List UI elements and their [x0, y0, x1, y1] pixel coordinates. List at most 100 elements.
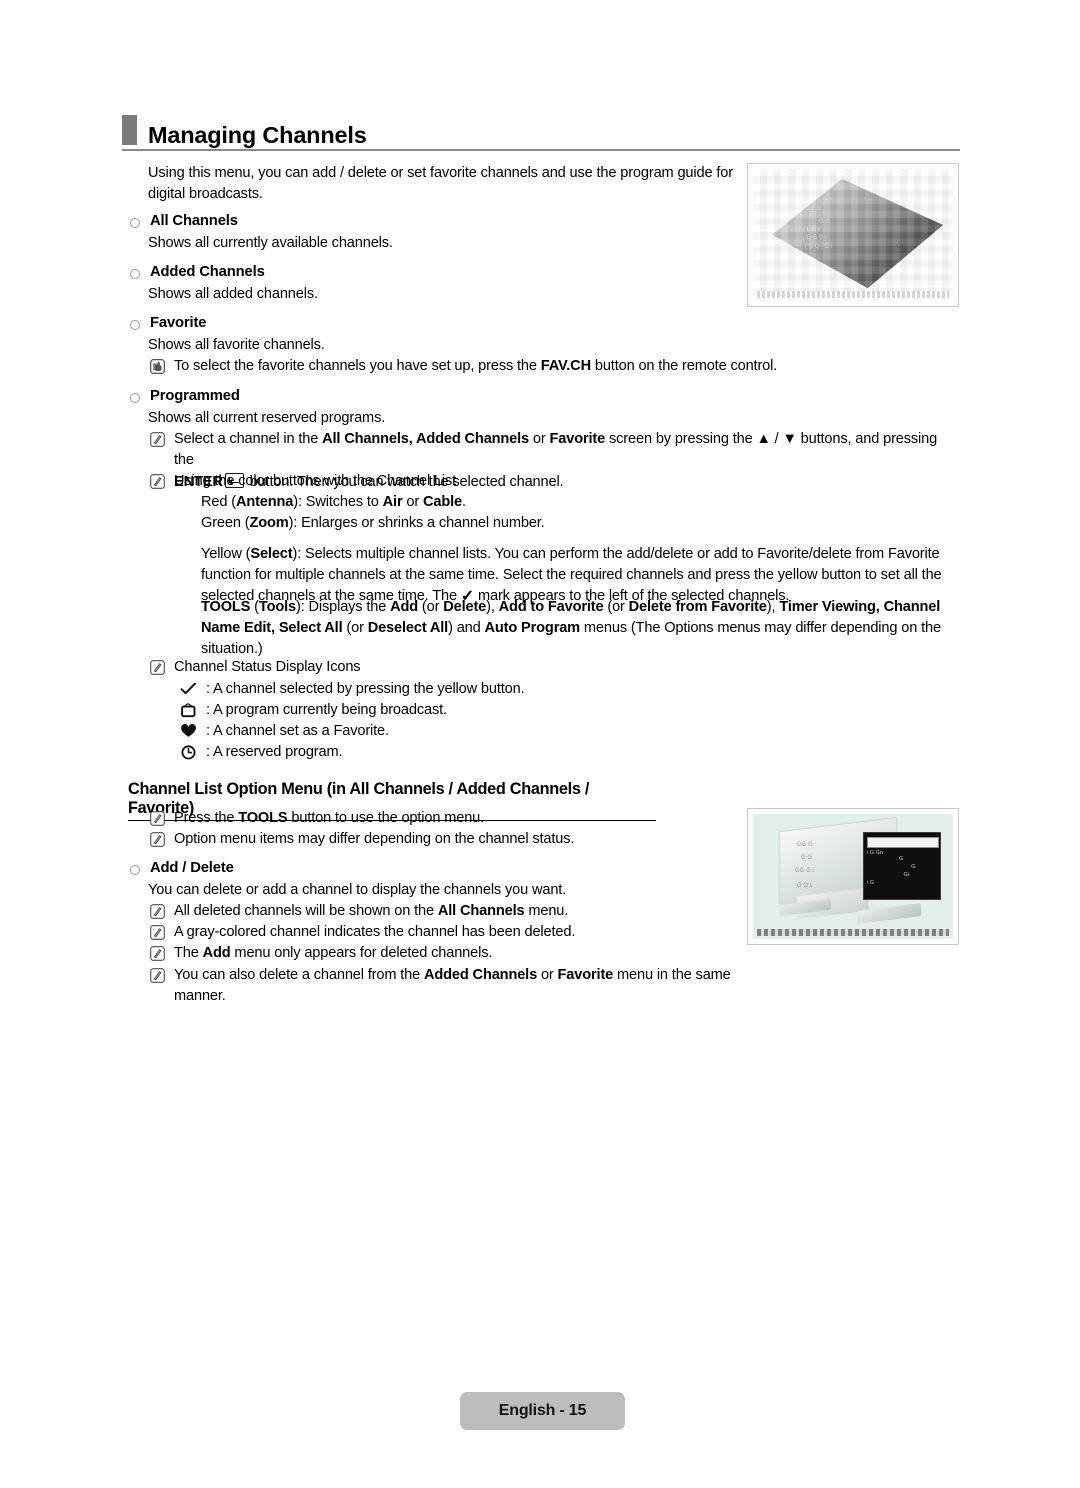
option-menu-screenshot: i G Gn G G Gi i G GG G G G GG G i G Q L	[747, 808, 959, 945]
ghost-text: G G	[819, 219, 831, 226]
yellow-a: Yellow (	[201, 546, 251, 562]
add-delete-desc: You can delete or add a channel to displ…	[148, 882, 567, 898]
status-item-check: : A channel selected by pressing the yel…	[180, 679, 525, 700]
heading-accent-bar	[122, 115, 137, 145]
ghost-text: G|	[897, 244, 904, 251]
note-icon	[150, 968, 165, 983]
favorite-note-row: To select the favorite channels you have…	[150, 356, 777, 377]
tools-t3: (or	[418, 599, 444, 615]
bullet-programmed: Programmed	[130, 387, 240, 406]
favorite-note-text-c: button on the remote control.	[590, 358, 778, 374]
yellow-c: ): Selects multiple channel lists. You c…	[292, 546, 940, 562]
tools-l2-t1: (or	[342, 619, 368, 636]
popup-text: G	[911, 864, 916, 871]
status-text: : A program currently being broadcast.	[206, 702, 447, 718]
ad4-b2: Favorite	[557, 967, 614, 983]
tools-l2-b1: Name Edit, Select All	[201, 619, 343, 636]
red-a: Red (	[201, 494, 236, 510]
tools-b4: Delete	[443, 599, 487, 615]
popup-text: Gi	[903, 872, 910, 879]
screenshot-content: i G Gn G G Gi i G GG G G G GG G i G Q L	[753, 814, 953, 939]
screenshot-footer-strip	[757, 291, 949, 298]
tools-l2-b2: Deselect All	[367, 619, 449, 636]
red-f: Cable	[423, 494, 462, 510]
manual-page: Managing Channels Using this menu, you c…	[0, 0, 1080, 1488]
red-c: ): Switches to	[293, 494, 383, 510]
heart-icon	[180, 721, 206, 742]
pointing-hand-icon	[150, 359, 165, 374]
bullet-label: Favorite	[150, 315, 207, 331]
arrow-down-icon: ▼	[782, 431, 797, 447]
ad3-b: Add	[202, 945, 231, 961]
intro-line-2: digital broadcasts.	[148, 185, 263, 202]
screenshot-footer-strip	[757, 929, 949, 936]
ghost-text: G G	[801, 855, 813, 862]
green-b: Zoom	[249, 515, 289, 531]
circle-bullet-icon	[130, 320, 140, 330]
ghost-text: G Q L	[797, 882, 814, 889]
pt-a: Press the	[174, 810, 239, 826]
intro-paragraph: Using this menu, you can add / delete or…	[148, 163, 738, 205]
note-icon	[150, 925, 165, 940]
ad4-line2: manner.	[174, 987, 226, 1004]
ad4-a: You can also delete a channel from the	[174, 967, 424, 983]
note-icon	[150, 832, 165, 847]
note-option-items: Option menu items may differ depending o…	[150, 829, 730, 850]
tools-t4: ),	[486, 599, 499, 615]
tools-b2: Tools	[258, 599, 296, 615]
note-icon	[150, 432, 165, 447]
bullet-label: All Channels	[150, 213, 238, 229]
pixelation-overlay	[753, 169, 953, 301]
note-add-delete-3-text: The Add menu only appears for deleted ch…	[174, 943, 492, 964]
screenshot-content: G E G G G ( L G i | G G G i ( G Q [ G i …	[753, 169, 953, 301]
tools-t6: ),	[766, 599, 780, 615]
bullet-label: Programmed	[150, 388, 240, 404]
red-e: or	[402, 494, 423, 510]
circle-bullet-icon	[130, 218, 140, 228]
check-icon	[180, 679, 206, 700]
tools-t5: (or	[603, 599, 629, 615]
status-text: : A reserved program.	[206, 744, 343, 760]
note-press-tools-text: Press the TOOLS button to use the option…	[174, 808, 484, 829]
ghost-text: O	[759, 209, 764, 216]
tools-b1: TOOLS	[201, 599, 251, 615]
note-icon	[150, 474, 165, 489]
clock-icon	[180, 742, 206, 763]
status-text: : A channel selected by pressing the yel…	[206, 681, 525, 697]
favorite-note-text: To select the favorite channels you have…	[174, 356, 777, 377]
note-icon	[150, 904, 165, 919]
tools-l2-t3: menus (The Options menus may differ depe…	[580, 619, 941, 636]
sel-d: screen by pressing the	[605, 431, 757, 447]
green-a: Green (	[201, 515, 250, 531]
status-item-favorite: : A channel set as a Favorite.	[180, 721, 389, 742]
page-title-text: Managing Channels	[148, 121, 367, 148]
note-add-delete-3: The Add menu only appears for deleted ch…	[150, 943, 750, 964]
color-red-line: Red (Antenna): Switches to Air or Cable.	[201, 492, 466, 513]
note-add-delete-2: A gray-colored channel indicates the cha…	[150, 922, 750, 943]
status-text: : A channel set as a Favorite.	[206, 723, 389, 739]
ad1-a: All deleted channels will be shown on th…	[174, 903, 438, 919]
tools-t2: ): Displays the	[295, 599, 391, 615]
note-add-delete-2-text: A gray-colored channel indicates the cha…	[174, 924, 576, 940]
favorite-desc: Shows all favorite channels.	[148, 337, 325, 353]
yellow-b: Select	[250, 546, 293, 562]
tools-b6: Delete from Favorite	[628, 599, 767, 615]
sel-sep: /	[770, 431, 783, 447]
ad4-d: menu in the same	[613, 967, 731, 983]
intro-line-1: Using this menu, you can add / delete or…	[148, 165, 733, 181]
ghost-text: --	[761, 180, 765, 187]
bullet-label: Added Channels	[150, 264, 265, 280]
bullet-label: Add / Delete	[150, 860, 234, 876]
note-color-buttons: Using the color buttons with the Channel…	[150, 471, 960, 492]
page-number-label: English - 15	[498, 1402, 587, 1419]
bullet-added-channels: Added Channels	[130, 263, 265, 282]
popup-text: i G	[867, 880, 875, 887]
tools-b7: Timer Viewing, Channel	[779, 599, 941, 615]
tools-b5: Add to Favorite	[498, 599, 604, 615]
ad1-c: menu.	[524, 903, 569, 919]
note-status-icons: Channel Status Display Icons	[150, 657, 750, 678]
sel-a: Select a channel in the	[174, 431, 323, 447]
tools-line-2: Name Edit, Select All (or Deselect All) …	[201, 618, 953, 639]
added-channels-desc: Shows all added channels.	[148, 286, 318, 302]
ad1-b: All Channels	[437, 903, 525, 919]
